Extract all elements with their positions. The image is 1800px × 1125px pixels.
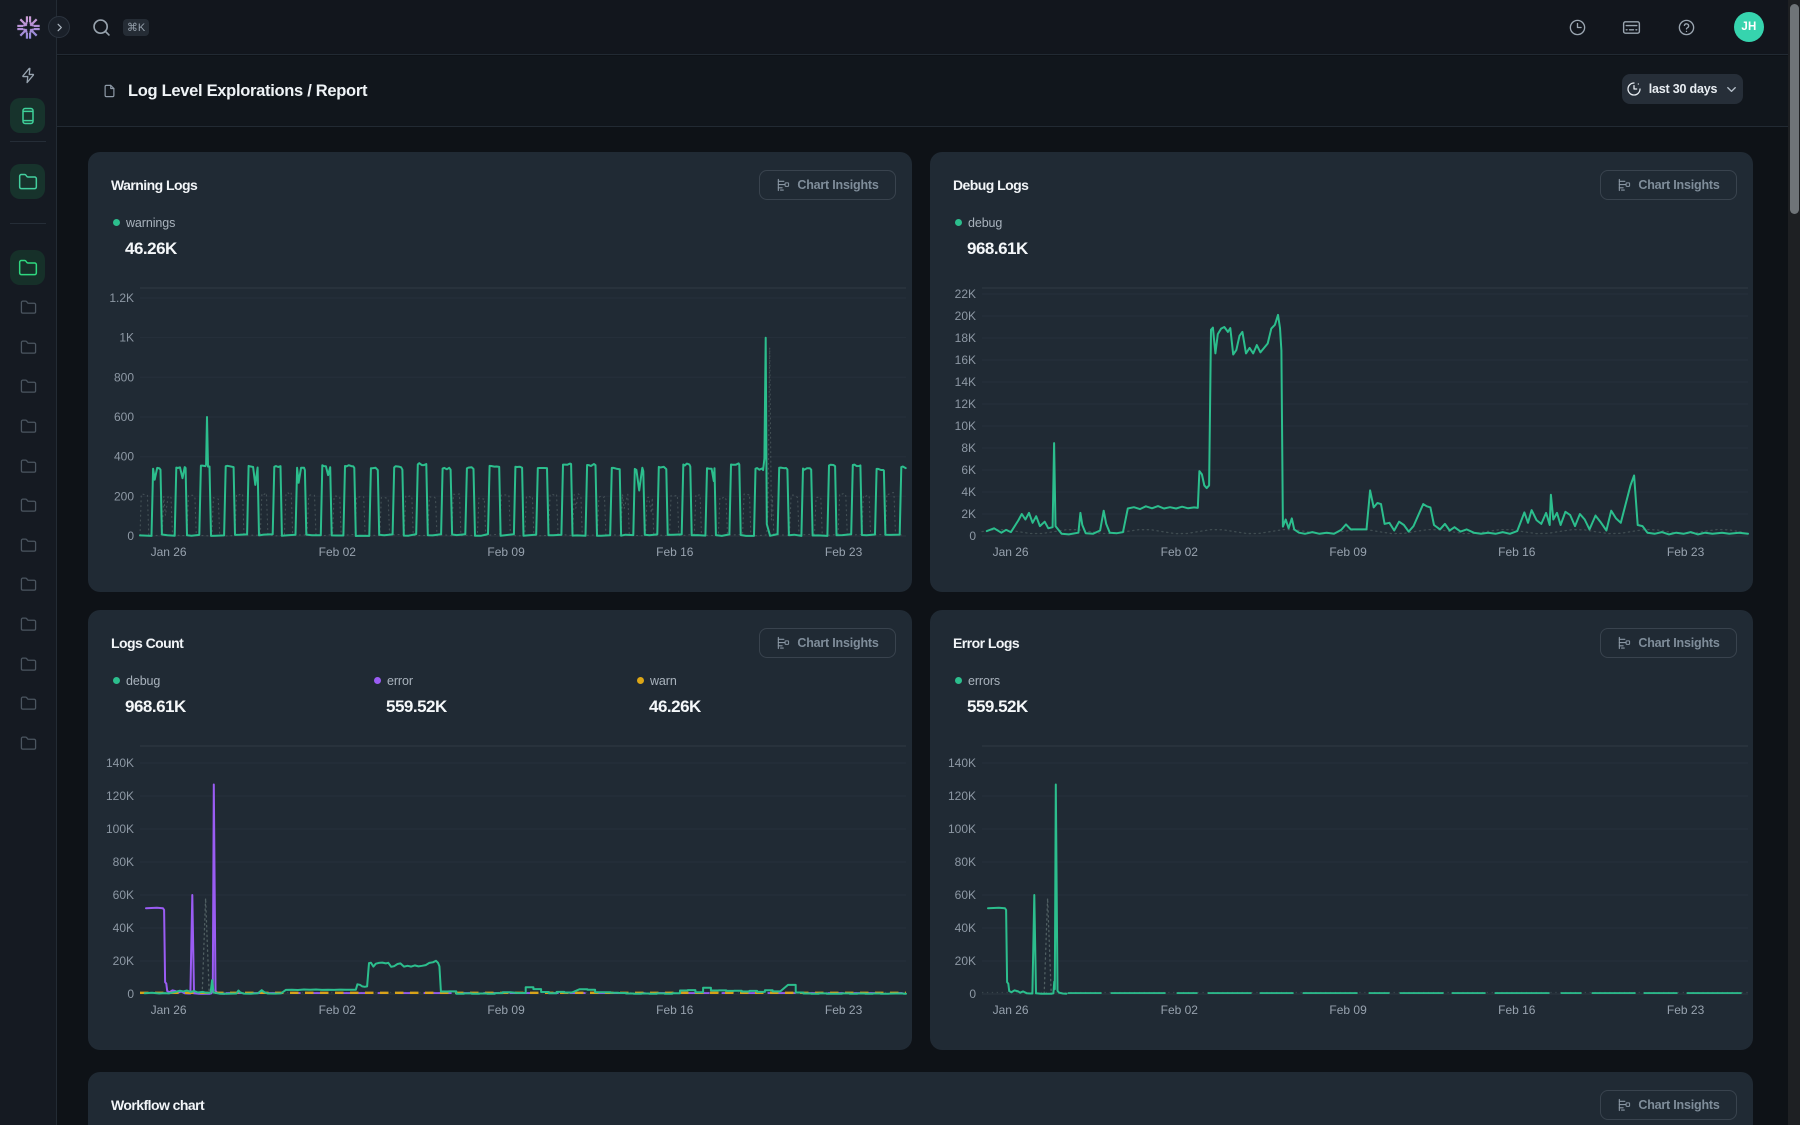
svg-text:2K: 2K xyxy=(961,507,976,521)
svg-text:200: 200 xyxy=(114,489,134,503)
svg-text:60K: 60K xyxy=(113,888,134,902)
svg-text:100K: 100K xyxy=(948,822,976,836)
svg-text:20K: 20K xyxy=(955,954,976,968)
svg-text:Feb 02: Feb 02 xyxy=(319,545,357,559)
svg-text:40K: 40K xyxy=(113,921,134,935)
svg-text:14K: 14K xyxy=(955,375,976,389)
svg-text:10K: 10K xyxy=(955,419,976,433)
svg-text:0: 0 xyxy=(127,987,134,1001)
svg-text:16K: 16K xyxy=(955,353,976,367)
svg-text:400: 400 xyxy=(114,450,134,464)
svg-text:20K: 20K xyxy=(113,954,134,968)
svg-text:600: 600 xyxy=(114,410,134,424)
svg-text:8K: 8K xyxy=(961,441,976,455)
svg-text:Feb 09: Feb 09 xyxy=(487,1003,525,1017)
svg-text:Feb 23: Feb 23 xyxy=(1667,545,1705,559)
svg-text:Jan 26: Jan 26 xyxy=(993,1003,1029,1017)
svg-text:Feb 23: Feb 23 xyxy=(1667,1003,1705,1017)
svg-text:Feb 09: Feb 09 xyxy=(1329,545,1367,559)
svg-text:Feb 16: Feb 16 xyxy=(1498,1003,1536,1017)
svg-text:Feb 16: Feb 16 xyxy=(656,545,694,559)
svg-text:0: 0 xyxy=(969,529,976,543)
svg-text:100K: 100K xyxy=(106,822,134,836)
svg-text:60K: 60K xyxy=(955,888,976,902)
svg-text:80K: 80K xyxy=(955,855,976,869)
svg-text:Jan 26: Jan 26 xyxy=(151,1003,187,1017)
svg-text:Feb 16: Feb 16 xyxy=(656,1003,694,1017)
svg-text:40K: 40K xyxy=(955,921,976,935)
svg-text:140K: 140K xyxy=(948,756,976,770)
svg-text:Feb 02: Feb 02 xyxy=(1161,1003,1199,1017)
svg-text:Feb 23: Feb 23 xyxy=(825,1003,863,1017)
svg-text:Feb 09: Feb 09 xyxy=(487,545,525,559)
svg-text:120K: 120K xyxy=(106,789,134,803)
svg-text:0: 0 xyxy=(127,529,134,543)
svg-text:140K: 140K xyxy=(106,756,134,770)
svg-text:Jan 26: Jan 26 xyxy=(151,545,187,559)
svg-text:Feb 02: Feb 02 xyxy=(319,1003,357,1017)
svg-text:Feb 09: Feb 09 xyxy=(1329,1003,1367,1017)
svg-text:6K: 6K xyxy=(961,463,976,477)
svg-text:120K: 120K xyxy=(948,789,976,803)
svg-text:Feb 02: Feb 02 xyxy=(1161,545,1199,559)
svg-text:1.2K: 1.2K xyxy=(109,291,134,305)
svg-text:1K: 1K xyxy=(119,331,134,345)
svg-text:20K: 20K xyxy=(955,309,976,323)
svg-text:12K: 12K xyxy=(955,397,976,411)
svg-text:Jan 26: Jan 26 xyxy=(993,545,1029,559)
svg-text:80K: 80K xyxy=(113,855,134,869)
svg-text:800: 800 xyxy=(114,370,134,384)
svg-text:Feb 16: Feb 16 xyxy=(1498,545,1536,559)
svg-text:4K: 4K xyxy=(961,485,976,499)
svg-text:Feb 23: Feb 23 xyxy=(825,545,863,559)
svg-text:0: 0 xyxy=(969,987,976,1001)
svg-text:18K: 18K xyxy=(955,331,976,345)
svg-text:22K: 22K xyxy=(955,287,976,301)
